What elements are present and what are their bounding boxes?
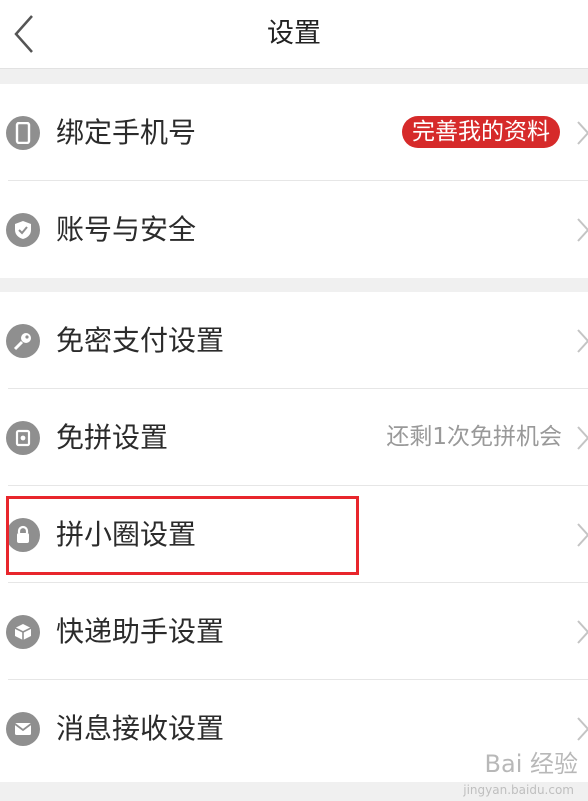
settings-item-account-security[interactable]: 账号与安全 (0, 181, 588, 278)
settings-item-label: 拼小圈设置 (56, 518, 197, 551)
settings-group-account: 绑定手机号 完善我的资料 账号与安全 (0, 84, 588, 278)
watermark: Bai 经验 (484, 750, 578, 778)
settings-item-label: 免拼设置 (56, 421, 169, 454)
settings-item-label: 快递助手设置 (56, 615, 225, 648)
circle-icon (6, 518, 40, 552)
chevron-right-icon (577, 620, 588, 644)
chevron-right-icon (577, 121, 588, 145)
key-icon (6, 324, 40, 358)
chevron-right-icon (577, 329, 588, 353)
chevron-right-icon (577, 523, 588, 547)
coupon-icon (6, 421, 40, 455)
settings-item-free-group[interactable]: 免拼设置 还剩1次免拼机会 (0, 389, 588, 486)
free-group-remaining: 还剩1次免拼机会 (386, 424, 562, 450)
package-icon (6, 615, 40, 649)
phone-icon (6, 116, 40, 150)
settings-group-features: 免密支付设置 免拼设置 还剩1次免拼机会 拼小圈设置 快递助手设置 消息接收设置 (0, 292, 588, 782)
settings-item-courier-assistant[interactable]: 快递助手设置 (0, 583, 588, 680)
chevron-right-icon (577, 717, 588, 741)
settings-item-label: 消息接收设置 (56, 712, 225, 745)
top-nav-bar: 设置 (0, 0, 588, 69)
mail-icon (6, 712, 40, 746)
settings-item-label: 绑定手机号 (56, 116, 197, 149)
settings-item-pin-circle[interactable]: 拼小圈设置 (0, 486, 588, 583)
page-title: 设置 (267, 18, 321, 49)
complete-profile-badge[interactable]: 完善我的资料 (402, 116, 560, 148)
settings-item-password-free-pay[interactable]: 免密支付设置 (0, 292, 588, 389)
shield-check-icon (6, 213, 40, 247)
chevron-right-icon (577, 218, 588, 242)
settings-item-label: 免密支付设置 (56, 324, 225, 357)
settings-item-bind-phone[interactable]: 绑定手机号 完善我的资料 (0, 84, 588, 181)
settings-item-label: 账号与安全 (56, 213, 197, 246)
chevron-right-icon (577, 426, 588, 450)
watermark-url: jingyan.baidu.com (463, 783, 574, 797)
